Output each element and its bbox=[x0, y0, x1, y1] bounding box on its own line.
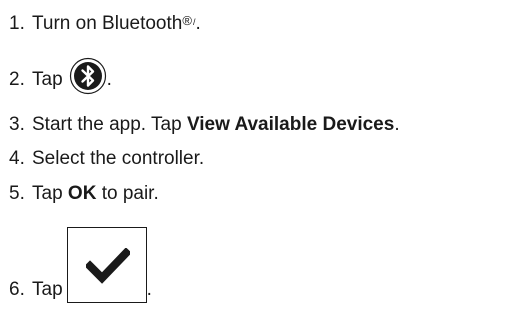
step-number: 3. bbox=[9, 114, 25, 135]
bluetooth-icon[interactable] bbox=[69, 57, 107, 95]
step-number: 5. bbox=[9, 183, 25, 204]
step-number: 4. bbox=[9, 148, 25, 169]
step-text-before: Start the app. Tap bbox=[32, 114, 187, 135]
step-number: 6. bbox=[9, 279, 25, 300]
step-text-before: Turn on Bluetooth bbox=[32, 13, 183, 34]
step-text: Turn on Bluetooth®/. bbox=[32, 10, 201, 35]
step-text: Start the app. Tap View Available Device… bbox=[32, 114, 400, 136]
step-text-after: . bbox=[394, 114, 400, 135]
checkmark-icon bbox=[85, 248, 130, 284]
step-text: Select the controller. bbox=[32, 148, 205, 169]
step-text-after: . bbox=[146, 279, 152, 300]
step-text-after: . bbox=[106, 69, 112, 90]
view-available-devices-label: View Available Devices bbox=[186, 114, 395, 135]
step-3: 3. Start the app. Tap View Available Dev… bbox=[0, 114, 400, 136]
step-text: Tap OK to pair. bbox=[32, 183, 159, 205]
step-4: 4. Select the controller. bbox=[0, 148, 204, 170]
checkmark-button[interactable] bbox=[66, 227, 147, 303]
step-2: 2. Tap . bbox=[0, 53, 112, 95]
step-number: 1. bbox=[9, 13, 25, 34]
step-text-before: Tap bbox=[32, 183, 68, 204]
step-5: 5. Tap OK to pair. bbox=[0, 183, 159, 205]
step-text-before: Tap bbox=[32, 69, 63, 90]
instruction-steps: 1. Turn on Bluetooth®/. 2. Tap . 3. Star… bbox=[0, 0, 513, 310]
ok-label: OK bbox=[67, 183, 97, 204]
step-6: 6. Tap . bbox=[0, 225, 152, 303]
step-text: Tap bbox=[32, 69, 63, 91]
step-text: Tap bbox=[32, 279, 63, 301]
step-text-after: . bbox=[195, 13, 201, 34]
step-text-after: to pair. bbox=[96, 183, 159, 204]
step-number: 2. bbox=[9, 69, 25, 90]
step-1: 1. Turn on Bluetooth®/. bbox=[0, 10, 201, 35]
step-text-before: Tap bbox=[32, 279, 63, 300]
registered-mark: ® bbox=[182, 13, 192, 28]
